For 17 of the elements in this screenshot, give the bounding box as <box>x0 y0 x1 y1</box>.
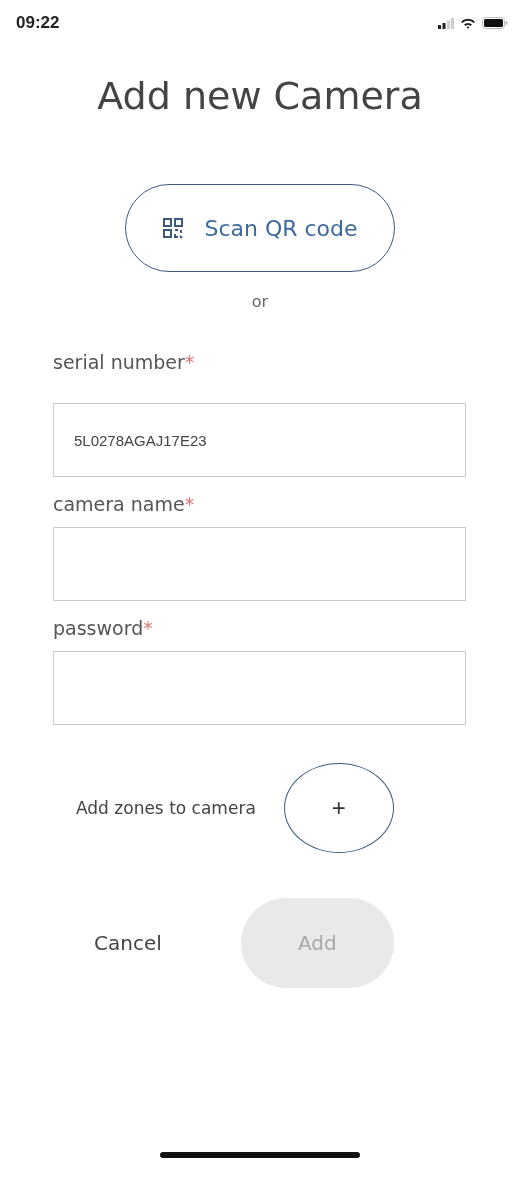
status-time: 09:22 <box>16 13 60 33</box>
page-title: Add new Camera <box>96 73 424 120</box>
input-field[interactable] <box>53 651 466 725</box>
input-field[interactable]: 5L0278AGAJ17E23 <box>53 403 466 477</box>
field-label: serial number* <box>53 351 196 375</box>
zones-label: Add zones to camera <box>76 798 256 818</box>
input-field[interactable] <box>53 527 466 601</box>
signal-icon <box>438 17 454 29</box>
or-text: or <box>251 292 269 311</box>
scan-qr-button[interactable]: Scan QR code <box>125 184 395 272</box>
field-label: camera name* <box>53 493 196 517</box>
field-label: password* <box>53 617 154 641</box>
wifi-icon <box>460 17 476 29</box>
battery-icon <box>482 17 508 29</box>
add-zone-button[interactable]: + <box>283 763 394 853</box>
cancel-button[interactable]: Cancel <box>60 921 196 965</box>
qr-code-icon <box>162 217 185 239</box>
